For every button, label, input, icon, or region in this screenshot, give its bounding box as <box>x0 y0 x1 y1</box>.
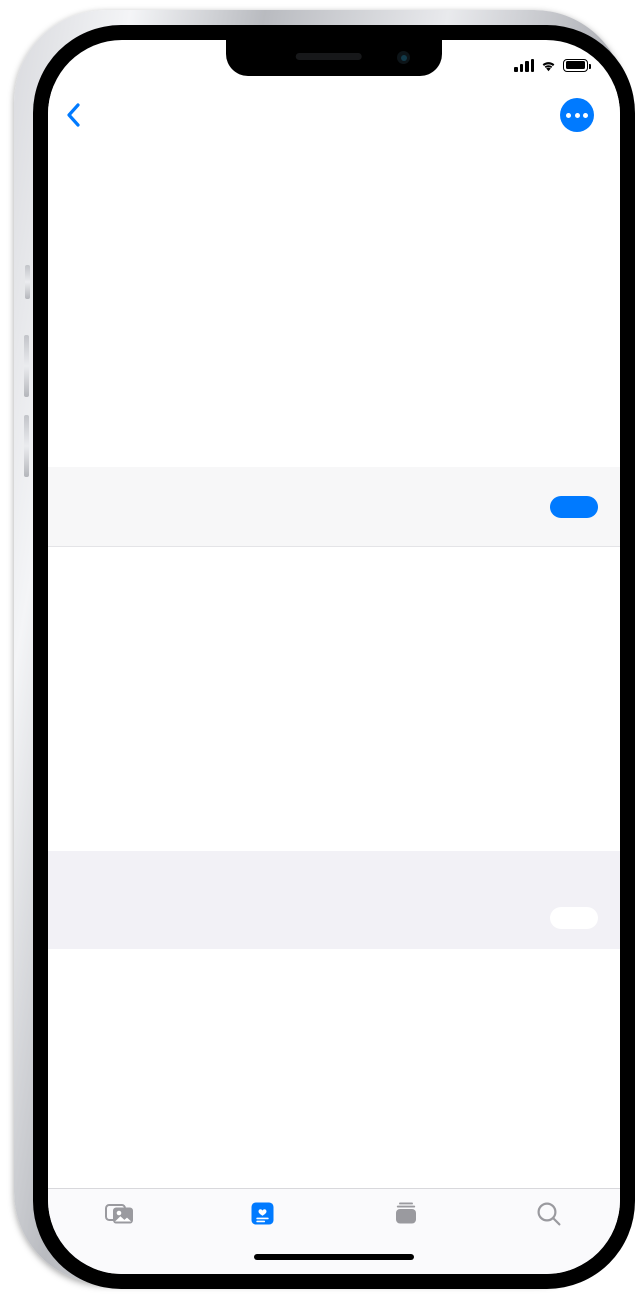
silence-switch[interactable] <box>25 265 30 299</box>
tab-search[interactable] <box>477 1200 620 1232</box>
photo-thumb-3[interactable] <box>431 601 620 790</box>
view-button[interactable] <box>550 907 598 929</box>
battery-full-icon <box>563 58 591 72</box>
photo-thumb-2[interactable] <box>239 601 429 790</box>
phone-screen <box>48 40 620 1274</box>
tab-for-you[interactable] <box>191 1200 334 1232</box>
wifi-icon <box>542 61 555 71</box>
photos-section-header <box>48 547 620 601</box>
chevron-left-icon <box>67 103 80 127</box>
photo-thumb-1[interactable] <box>48 601 237 790</box>
tab-albums[interactable] <box>334 1200 477 1232</box>
albums-icon <box>393 1200 419 1227</box>
status-icons <box>514 58 591 72</box>
more-dot <box>574 112 580 118</box>
tab-bar <box>48 1188 620 1274</box>
navigation-bar <box>48 86 620 144</box>
signal-bars-icon <box>514 58 534 72</box>
tab-library[interactable] <box>48 1200 191 1232</box>
hero-photo[interactable] <box>48 144 620 467</box>
library-icon <box>104 1200 135 1227</box>
add-all-button[interactable] <box>550 495 598 518</box>
photo-grid <box>48 601 620 790</box>
more-options-button[interactable] <box>560 98 594 132</box>
share-back-section <box>48 851 620 949</box>
back-button[interactable] <box>66 103 84 127</box>
status-bar <box>48 40 620 86</box>
home-indicator[interactable] <box>254 1254 414 1260</box>
for-you-icon <box>250 1200 275 1227</box>
volume-up-button[interactable] <box>24 335 29 397</box>
device-frame <box>14 10 635 1289</box>
search-icon <box>536 1200 562 1227</box>
album-meta <box>48 790 620 851</box>
more-dot <box>583 112 588 118</box>
more-dot <box>566 112 571 118</box>
share-back-row[interactable] <box>74 887 598 949</box>
share-back-avatar <box>74 887 136 949</box>
volume-down-button[interactable] <box>24 415 29 477</box>
add-to-library-banner <box>48 467 620 547</box>
hero-photo-image <box>48 144 620 467</box>
